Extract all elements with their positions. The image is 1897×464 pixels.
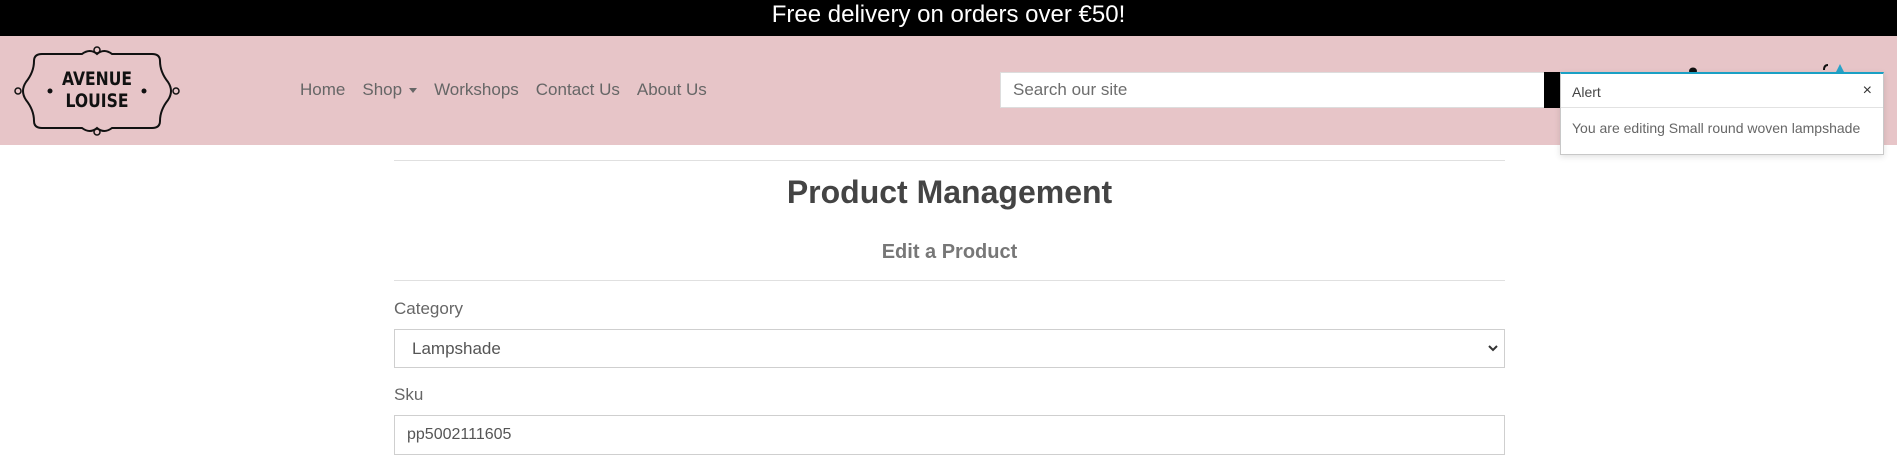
main-nav: Home Shop Workshops Contact Us About Us [300,80,724,100]
page-title: Product Management [786,174,1113,210]
category-select[interactable]: Lampshade [394,329,1505,368]
promo-banner: Free delivery on orders over €50! [0,0,1897,36]
nav-about-us[interactable]: About Us [637,80,707,100]
category-label: Category [394,299,463,318]
toast-message: You are editing Small round woven lampsh… [1572,120,1861,136]
chevron-down-icon [1488,345,1498,352]
nav-workshops-label: Workshops [434,80,519,99]
toast-header: Alert × [1561,74,1883,108]
close-icon[interactable]: × [1863,82,1872,100]
nav-contact-us[interactable]: Contact Us [536,80,620,100]
alert-toast: Alert × You are editing Small round wove… [1560,72,1884,155]
nav-home[interactable]: Home [300,80,345,100]
caret-down-icon [409,87,418,93]
logo-line-2: LOUISE [65,90,129,112]
sku-label: Sku [394,385,424,404]
logo-wordmark: AVENUE LOUISE [29,68,165,112]
nav-contact-label: Contact Us [535,80,620,99]
nav-shop-label: Shop [362,80,403,99]
category-selected-value: Lampshade [412,339,501,358]
divider-mid [394,280,1505,281]
logo-line-1: AVENUE [61,68,133,90]
toast-title: Alert [1572,84,1601,100]
promo-text: Free delivery on orders over €50! [771,1,1126,28]
nav-about-label: About Us [636,80,707,99]
divider-top [394,160,1505,161]
nav-home-label: Home [300,80,346,99]
search-input[interactable] [1000,72,1545,108]
sku-input[interactable] [394,415,1505,455]
nav-workshops[interactable]: Workshops [434,80,519,100]
page-subtitle: Edit a Product [881,241,1018,263]
nav-shop-dropdown[interactable]: Shop [362,80,418,100]
site-logo[interactable]: AVENUE LOUISE [14,46,180,136]
